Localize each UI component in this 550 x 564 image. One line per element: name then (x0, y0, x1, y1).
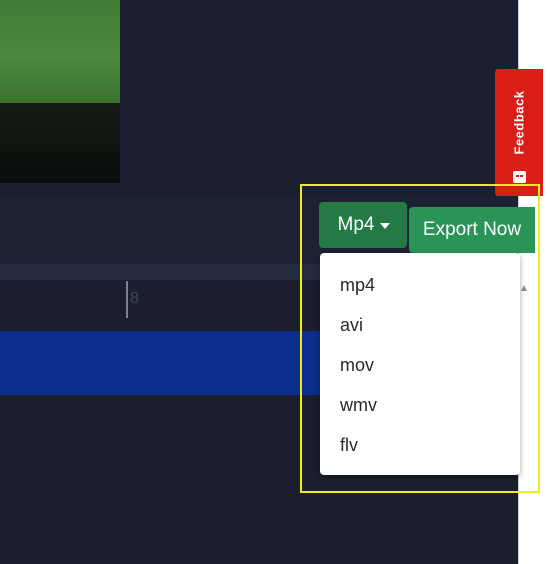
feedback-face-icon (513, 171, 526, 183)
feedback-tab[interactable]: Feedback (495, 69, 543, 196)
highlight-annotation-box (300, 184, 540, 493)
timeline-playhead[interactable] (126, 281, 128, 318)
feedback-label: Feedback (511, 90, 527, 154)
feedback-label-wrap: Feedback (499, 79, 539, 165)
video-frame-top (0, 0, 120, 103)
video-frame-bottom (0, 103, 120, 183)
timeline-time-marker: 8 (130, 290, 139, 307)
video-preview (0, 0, 120, 183)
